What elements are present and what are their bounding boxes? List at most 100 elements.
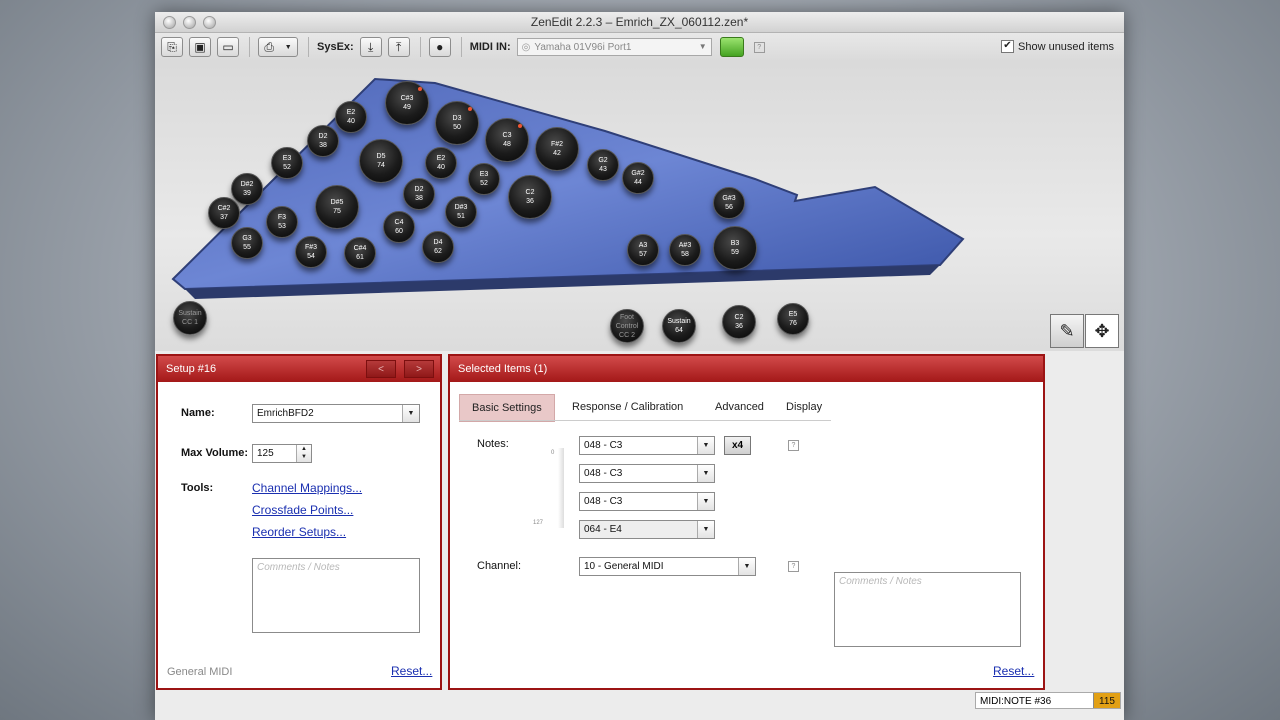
note-select-4[interactable]: 064 - E4 ▼ [579, 520, 715, 539]
setup-panel: Setup #16 < > Name: EmrichBFD2 ▼ Max Vol… [156, 354, 442, 690]
save-button[interactable]: ▣ [189, 37, 211, 57]
drum-pad[interactable]: E2 40 [425, 147, 457, 179]
pad-note: D#3 [454, 204, 468, 211]
drum-pad[interactable]: C2 36 [508, 175, 552, 219]
stepper-arrows-icon[interactable]: ▲ ▼ [296, 445, 311, 462]
drum-pad[interactable]: C4 60 [383, 211, 415, 243]
chevron-down-icon[interactable]: ▼ [697, 437, 714, 454]
open-button[interactable]: ▭ [217, 37, 239, 57]
drum-pad[interactable]: D4 62 [422, 231, 454, 263]
midi-in-select[interactable]: ◎ Yamaha 01V96i Port1 ▼ [516, 38, 712, 56]
drum-pad[interactable]: Foot Control CC 2 [610, 309, 644, 343]
drum-pad[interactable]: Sustain 64 [662, 309, 696, 343]
setup-reset-link[interactable]: Reset... [391, 664, 432, 678]
new-file-button[interactable]: ⎘ [161, 37, 183, 57]
drum-pad[interactable]: D3 50 [435, 101, 479, 145]
drum-pad[interactable]: A3 57 [627, 234, 659, 266]
print-icon: ⎙ [264, 39, 274, 54]
chevron-down-icon[interactable]: ▼ [738, 558, 755, 575]
help-icon[interactable]: ? [788, 440, 799, 451]
tab-basic-settings[interactable]: Basic Settings [459, 394, 555, 422]
move-mode-button[interactable]: ✥ [1085, 314, 1119, 348]
drum-pad[interactable]: C3 48 [485, 118, 529, 162]
pad-note: D#2 [240, 181, 254, 188]
sysex-import-button[interactable]: ⤓ [359, 37, 382, 57]
tab-display[interactable]: Display [774, 394, 834, 420]
tab-advanced[interactable]: Advanced [703, 394, 776, 420]
pad-note: D2 [318, 133, 328, 140]
help-icon[interactable]: ? [753, 41, 765, 53]
pad-number: 59 [731, 249, 739, 256]
drum-pad[interactable]: B3 59 [713, 226, 757, 270]
stop-button[interactable]: ● [428, 37, 451, 57]
pad-number: 74 [377, 162, 385, 169]
note-select-3[interactable]: 048 - C3 ▼ [579, 492, 715, 511]
pad-number: 64 [675, 327, 683, 334]
item-reset-link[interactable]: Reset... [993, 664, 1034, 678]
show-unused-label: Show unused items [1018, 40, 1114, 53]
drum-pad[interactable]: D5 74 [359, 139, 403, 183]
note-select-2[interactable]: 048 - C3 ▼ [579, 464, 715, 483]
chevron-down-icon[interactable]: ▼ [697, 521, 714, 538]
max-volume-stepper[interactable]: 125 ▲ ▼ [252, 444, 312, 463]
drum-pad[interactable]: D2 38 [307, 125, 339, 157]
drum-pad[interactable]: E3 52 [468, 163, 500, 195]
item-comments[interactable]: Comments / Notes [834, 572, 1021, 647]
drum-pad[interactable]: F#3 54 [295, 236, 327, 268]
drum-pad[interactable]: E2 40 [335, 101, 367, 133]
drum-pad[interactable]: F3 53 [266, 206, 298, 238]
drum-pad[interactable]: C2 36 [722, 305, 756, 339]
show-unused-checkbox[interactable]: ✔ [1001, 40, 1014, 53]
crossfade-points-link[interactable]: Crossfade Points... [252, 503, 353, 517]
pad-note: G#3 [722, 195, 736, 202]
print-button[interactable]: ⎙ ▼ [258, 37, 298, 57]
show-unused-toggle[interactable]: ✔ Show unused items [1001, 40, 1114, 53]
pad-number: 40 [437, 164, 445, 171]
drum-pad[interactable]: C#4 61 [344, 237, 376, 269]
channel-select[interactable]: 10 - General MIDI ▼ [579, 557, 756, 576]
drum-pad[interactable]: D#5 75 [315, 185, 359, 229]
drum-pad[interactable]: D#3 51 [445, 196, 477, 228]
pad-note: C3 [502, 132, 512, 139]
chevron-down-icon[interactable]: ▼ [697, 493, 714, 510]
midi-activity-button[interactable] [719, 37, 744, 57]
drum-pad[interactable]: F#2 42 [535, 127, 579, 171]
reorder-setups-link[interactable]: Reorder Setups... [252, 525, 346, 539]
drum-pad[interactable]: Sustain CC 1 [173, 301, 207, 335]
help-icon[interactable]: ? [788, 561, 799, 572]
chevron-down-icon[interactable]: ▼ [402, 405, 419, 422]
controller-canvas[interactable]: C#3 49 E2 40 D3 50 C3 48 F#2 42 D2 38 E3 52 D5 74 E2 40 G2… [155, 61, 1124, 351]
note-select-1[interactable]: 048 - C3 ▼ [579, 436, 715, 455]
drum-pad[interactable]: C#2 37 [208, 197, 240, 229]
drum-pad[interactable]: G#2 44 [622, 162, 654, 194]
next-setup-button[interactable]: > [404, 360, 434, 378]
drum-pad[interactable]: E3 52 [271, 147, 303, 179]
tab-response-calibration[interactable]: Response / Calibration [560, 394, 695, 420]
pad-number: 40 [347, 118, 355, 125]
drum-pad[interactable]: D#2 39 [231, 173, 263, 205]
chevron-down-icon[interactable]: ▼ [697, 465, 714, 482]
drum-pad[interactable]: C#3 49 [385, 81, 429, 125]
sysex-export-button[interactable]: ⤒ [387, 37, 410, 57]
minimize-button[interactable] [183, 16, 196, 29]
max-volume-label: Max Volume: [181, 447, 249, 459]
name-combo[interactable]: EmrichBFD2 ▼ [252, 404, 420, 423]
channel-mappings-link[interactable]: Channel Mappings... [252, 481, 362, 495]
drum-pad[interactable]: G3 55 [231, 227, 263, 259]
drum-pad[interactable]: E5 76 [777, 303, 809, 335]
x4-button[interactable]: x4 [724, 436, 751, 455]
separator [460, 37, 462, 57]
close-button[interactable] [163, 16, 176, 29]
prev-setup-button[interactable]: < [366, 360, 396, 378]
drum-pad[interactable]: G#3 56 [713, 187, 745, 219]
tools-label: Tools: [181, 482, 214, 494]
drum-pad[interactable]: D2 38 [403, 178, 435, 210]
zoom-button[interactable] [203, 16, 216, 29]
edit-mode-button[interactable]: ✎ [1050, 314, 1084, 348]
pad-note: D#5 [330, 199, 344, 206]
separator [308, 37, 309, 57]
setup-comments[interactable]: Comments / Notes [252, 558, 420, 633]
drum-pad[interactable]: A#3 58 [669, 234, 701, 266]
app-window: ZenEdit 2.2.3 – Emrich_ZX_060112.zen* ⎘ … [155, 12, 1124, 720]
drum-pad[interactable]: G2 43 [587, 149, 619, 181]
